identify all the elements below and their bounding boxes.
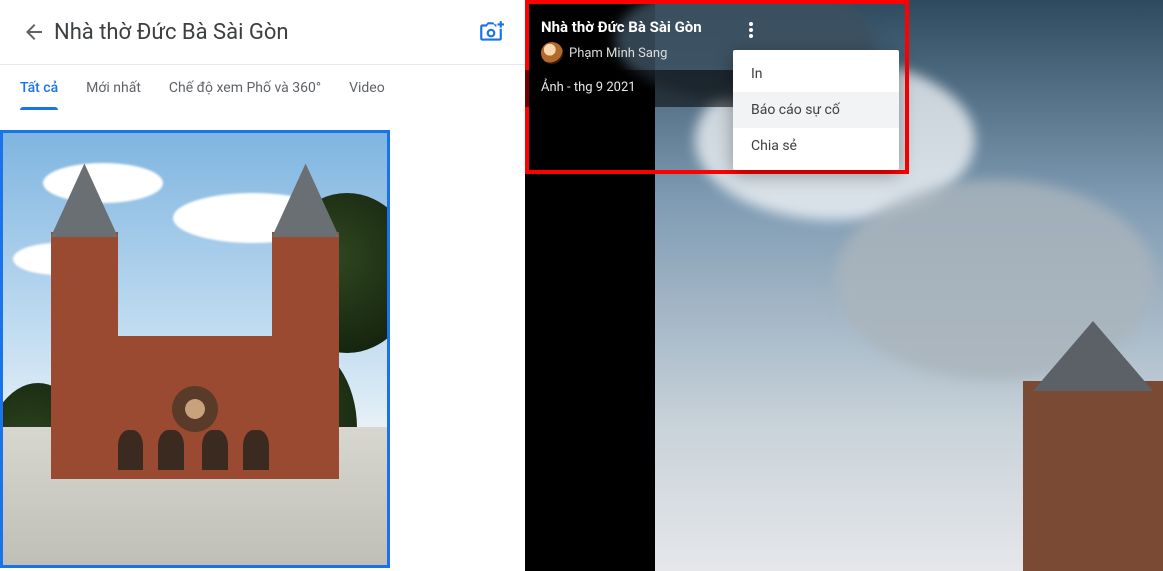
- back-button[interactable]: [14, 12, 54, 52]
- author-name: Phạm Minh Sang: [569, 46, 667, 61]
- page-title: Nhà thờ Đức Bà Sài Gòn: [54, 20, 471, 45]
- menu-item-print[interactable]: In: [733, 56, 899, 92]
- menu-item-report[interactable]: Báo cáo sự cố: [733, 92, 899, 128]
- add-photo-button[interactable]: [471, 12, 511, 52]
- photo-thumbnail-selected[interactable]: [0, 130, 390, 568]
- photo-info: Nhà thờ Đức Bà Sài Gòn Phạm Minh Sang: [541, 18, 731, 64]
- tab-video[interactable]: Video: [349, 68, 385, 110]
- tab-newest[interactable]: Mới nhất: [86, 68, 141, 110]
- filter-tabs: Tất cả Mới nhất Chế độ xem Phố và 360° V…: [0, 65, 525, 113]
- tab-all[interactable]: Tất cả: [20, 68, 58, 110]
- photos-panel: Nhà thờ Đức Bà Sài Gòn Tất cả Mới nhất C…: [0, 0, 525, 571]
- kebab-icon: [749, 21, 753, 39]
- photo-meta-text: Ảnh - thg 9 2021: [541, 80, 636, 95]
- header: Nhà thờ Đức Bà Sài Gòn: [0, 0, 525, 64]
- camera-plus-icon: [478, 19, 504, 45]
- thumbnail-image: [3, 133, 387, 565]
- arrow-left-icon: [22, 20, 46, 44]
- photo-viewer: Nhà thờ Đức Bà Sài Gòn Phạm Minh Sang Ản…: [525, 0, 1163, 571]
- more-options-button[interactable]: [739, 18, 763, 42]
- viewer-title: Nhà thờ Đức Bà Sài Gòn: [541, 18, 731, 36]
- photo-author[interactable]: Phạm Minh Sang: [541, 42, 731, 64]
- context-menu: In Báo cáo sự cố Chia sẻ: [733, 50, 899, 170]
- tab-street-360[interactable]: Chế độ xem Phố và 360°: [169, 68, 321, 110]
- avatar: [541, 42, 563, 64]
- photo-meta: Ảnh - thg 9 2021: [525, 70, 765, 107]
- menu-item-share[interactable]: Chia sẻ: [733, 128, 899, 164]
